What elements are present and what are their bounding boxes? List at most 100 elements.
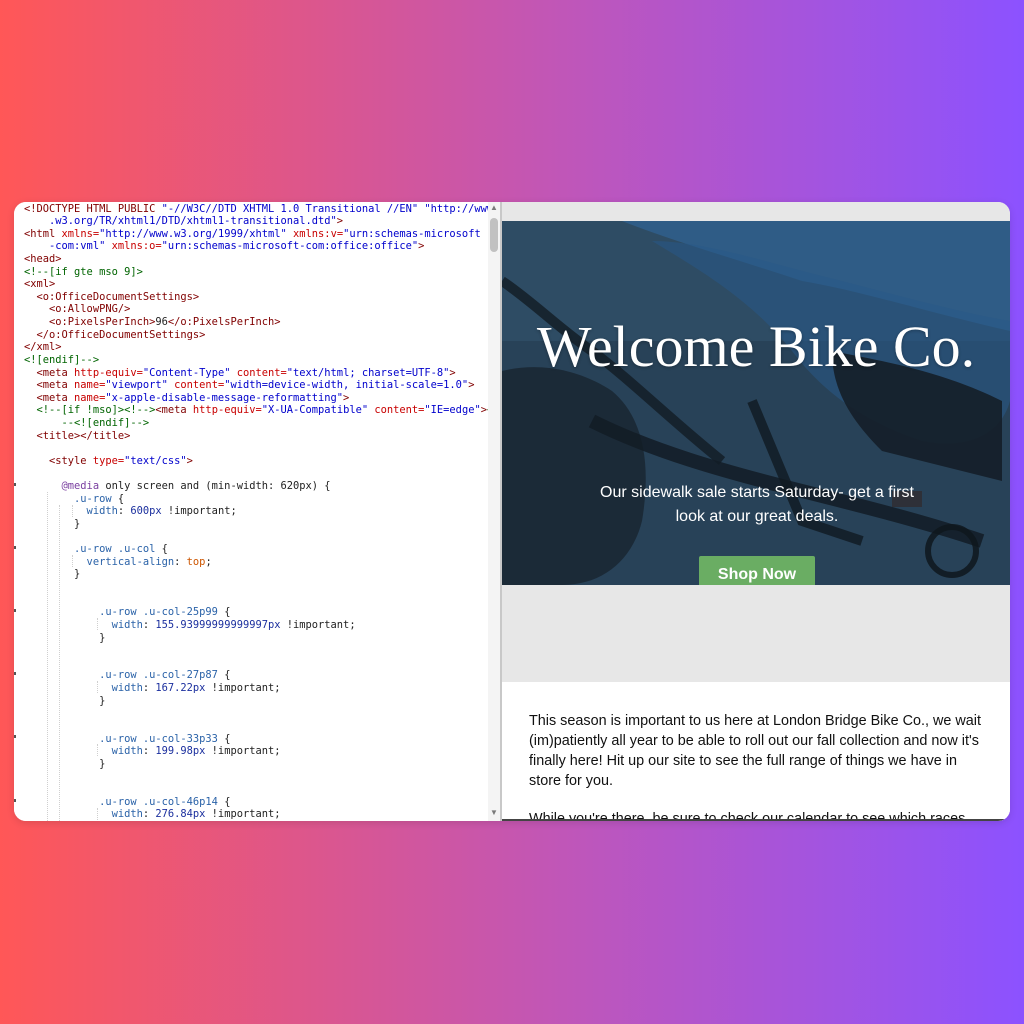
code-line[interactable]: width: 600px !important; [24, 505, 237, 518]
code-token: "X-UA-Compatible" [261, 404, 375, 417]
indent-guide [47, 492, 48, 821]
code-line[interactable]: --<![endif]--> [24, 417, 150, 430]
code-line[interactable]: <meta name="viewport" content="width=dev… [24, 379, 475, 392]
code-token: <head> [24, 252, 62, 265]
code-line[interactable]: } [24, 632, 105, 645]
code-token: "urn:schemas-microsoft [343, 227, 481, 240]
code-token: 199.98px [155, 745, 206, 758]
code-token: <title></title> [24, 429, 131, 442]
code-token: <o:OfficeDocumentSettings> [24, 290, 200, 303]
code-line[interactable]: <xml> [24, 278, 55, 291]
code-line[interactable]: } [24, 758, 105, 771]
code-token: .u-row .u-col-25p99 [24, 606, 225, 619]
code-token: > [449, 366, 456, 379]
scroll-down-arrow-icon[interactable]: ▼ [488, 807, 500, 819]
code-line[interactable]: <style type="text/css"> [24, 455, 193, 468]
code-token: { [224, 606, 231, 619]
code-token: !important; [205, 682, 281, 695]
code-token: <o:PixelsPerInch> [24, 316, 156, 329]
code-token: "http://www.w3.org/1999/xhtml" [99, 227, 294, 240]
code-token: xmlns:v= [293, 227, 344, 240]
code-token: > [336, 215, 344, 228]
code-line[interactable]: width: 155.93999999999997px !important; [24, 619, 356, 632]
code-line[interactable]: } [24, 518, 80, 531]
code-line[interactable]: .u-row .u-col { [24, 543, 168, 556]
code-line[interactable]: <head> [24, 253, 62, 266]
code-token: <meta [24, 379, 75, 392]
code-token: : [142, 808, 156, 821]
code-vertical-scrollbar[interactable]: ▲ ▼ [488, 202, 500, 821]
code-token: -com:vml" [24, 240, 112, 253]
code-token: 276.84px [155, 808, 206, 821]
code-token: } [24, 568, 81, 581]
code-line[interactable]: } [24, 695, 105, 708]
fold-marker [14, 735, 16, 738]
code-token: <xml> [24, 278, 56, 291]
code-line[interactable]: .u-row .u-col-25p99 { [24, 606, 230, 619]
code-token: .w3.org/TR/xhtml1/DTD/xhtml1-transitiona… [24, 215, 337, 228]
code-line[interactable]: <!--[if !mso]><!--><meta http-equiv="X-U… [24, 404, 500, 417]
code-token: > [468, 379, 475, 392]
code-token: only screen and (min-width: 620px) { [105, 480, 331, 493]
fold-marker [14, 799, 16, 802]
code-line[interactable]: .u-row .u-col-46p14 { [24, 796, 230, 809]
code-line[interactable]: <meta http-equiv="Content-Type" content=… [24, 367, 456, 380]
code-token: --<![endif]--> [24, 417, 150, 430]
code-token: <!--[if gte mso 9]> [24, 265, 143, 278]
body-paragraph: This season is important to us here at L… [529, 713, 981, 789]
code-line[interactable]: width: 276.84px !important; [24, 808, 281, 821]
code-token: width [24, 618, 143, 631]
code-token: "text/html; charset=UTF-8" [286, 366, 450, 379]
code-line[interactable]: vertical-align: top; [24, 556, 212, 569]
hero-subtitle: Our sidewalk sale starts Saturday- get a… [600, 484, 914, 525]
code-line[interactable]: <o:AllowPNG/> [24, 303, 130, 316]
code-line[interactable]: <!DOCTYPE HTML PUBLIC "-//W3C//DTD XHTML… [24, 203, 493, 216]
scrollbar-thumb[interactable] [490, 218, 498, 252]
code-token: "urn:schemas-microsoft-com:office:office… [161, 240, 419, 253]
code-line[interactable]: <o:OfficeDocumentSettings> [24, 290, 200, 304]
code-line[interactable]: <meta name="x-apple-disable-message-refo… [24, 391, 350, 405]
code-token: : [117, 505, 131, 518]
code-token: { [224, 795, 231, 808]
code-line[interactable]: <o:PixelsPerInch>96</o:PixelsPerInch> [24, 316, 280, 329]
code-token: content= [174, 379, 225, 392]
code-token: !important; [205, 808, 281, 821]
code-line[interactable]: -com:vml" xmlns:o="urn:schemas-microsoft… [24, 240, 424, 253]
code-token: ; [205, 555, 212, 568]
code-line[interactable]: <title></title> [24, 429, 131, 443]
code-line[interactable]: } [24, 568, 80, 581]
code-token: > [418, 240, 425, 253]
code-token: { [117, 492, 125, 505]
code-token: { [224, 669, 231, 682]
code-line[interactable]: width: 199.98px !important; [24, 745, 281, 758]
code-token: @media [24, 480, 106, 493]
code-token: </xml> [24, 341, 62, 354]
code-line[interactable]: width: 167.22px !important; [24, 682, 281, 695]
email-preview-pane: Welcome Bike Co. Our sidewalk sale start… [502, 202, 1010, 821]
code-line[interactable]: <![endif]--> [24, 354, 99, 367]
shop-now-button[interactable]: Shop Now [699, 556, 815, 585]
code-line[interactable]: .u-row .u-col-33p33 { [24, 733, 230, 746]
fold-marker [14, 483, 16, 486]
scroll-up-arrow-icon[interactable]: ▲ [488, 202, 500, 214]
code-line[interactable]: <!--[if gte mso 9]> [24, 266, 143, 279]
code-token: > [186, 454, 193, 467]
code-line[interactable]: <html xmlns="http://www.w3.org/1999/xhtm… [24, 228, 481, 241]
code-editor-pane[interactable]: <!DOCTYPE HTML PUBLIC "-//W3C//DTD XHTML… [14, 202, 500, 821]
code-line[interactable]: .u-row .u-col-27p87 { [24, 669, 230, 682]
code-token: <!--[if !mso]><!--> [24, 404, 156, 417]
code-token: "IE=edge" [424, 404, 481, 417]
code-line[interactable]: .u-row { [24, 493, 124, 506]
code-token: <meta [155, 404, 193, 417]
code-token: > [343, 391, 350, 404]
code-token: xmlns:o= [111, 240, 162, 253]
code-token: http-equiv= [192, 404, 262, 417]
code-token: width [24, 505, 118, 518]
code-token: : [142, 618, 156, 631]
code-line[interactable]: .w3.org/TR/xhtml1/DTD/xhtml1-transitiona… [24, 215, 343, 228]
code-line[interactable]: </xml> [24, 341, 62, 354]
code-token: http-equiv= [74, 366, 143, 379]
code-line[interactable]: </o:OfficeDocumentSettings> [24, 329, 206, 342]
code-line[interactable]: @media only screen and (min-width: 620px… [24, 480, 331, 493]
app-window: <!DOCTYPE HTML PUBLIC "-//W3C//DTD XHTML… [14, 202, 1010, 821]
